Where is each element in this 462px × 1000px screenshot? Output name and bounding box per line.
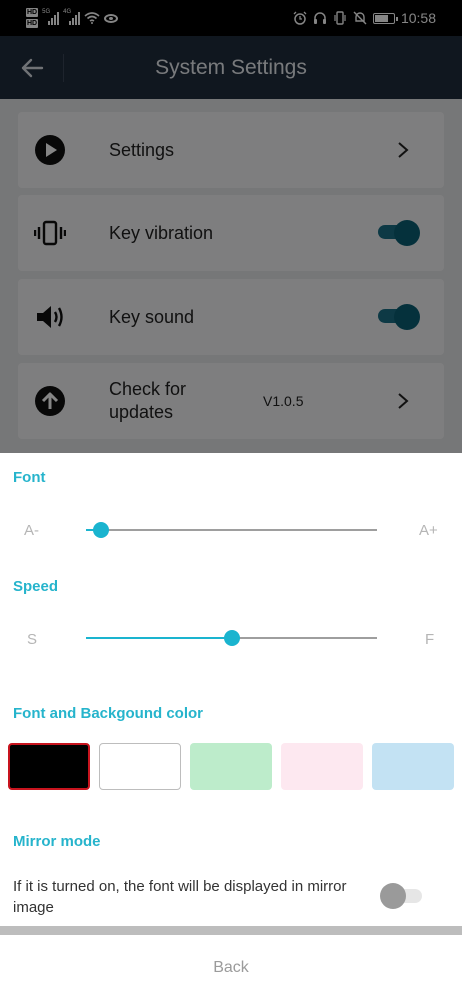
speed-section-title: Speed xyxy=(13,578,59,595)
font-section-title: Font xyxy=(13,469,46,486)
mirror-description: If it is turned on, the font will be dis… xyxy=(13,878,347,916)
color-swatch-black[interactable] xyxy=(8,743,90,790)
back-button[interactable]: Back xyxy=(0,935,462,1000)
toggle-knob xyxy=(380,883,406,909)
color-swatch-white[interactable] xyxy=(99,743,181,790)
speed-slider-thumb[interactable] xyxy=(223,630,240,646)
color-section-title: Font and Backgound color xyxy=(13,705,203,722)
speed-min-label: S xyxy=(27,631,38,648)
display-settings-sheet: Font A- A+ Speed S F Font and Backgound … xyxy=(0,453,462,1000)
speed-max-label: F xyxy=(425,631,435,648)
font-slider-thumb[interactable] xyxy=(92,522,109,538)
color-swatch-pink[interactable] xyxy=(281,743,363,790)
font-size-slider[interactable] xyxy=(86,522,377,538)
color-swatch-green[interactable] xyxy=(190,743,272,790)
speed-slider-fill xyxy=(86,637,232,639)
font-max-label: A+ xyxy=(419,522,438,539)
speed-slider[interactable] xyxy=(86,630,377,646)
mirror-mode-toggle[interactable] xyxy=(380,883,422,909)
dim-overlay[interactable] xyxy=(0,0,462,453)
mirror-section-title: Mirror mode xyxy=(13,833,101,850)
font-min-label: A- xyxy=(24,522,39,539)
color-swatches xyxy=(8,743,454,791)
sheet-divider xyxy=(0,926,462,935)
color-swatch-blue[interactable] xyxy=(372,743,454,790)
